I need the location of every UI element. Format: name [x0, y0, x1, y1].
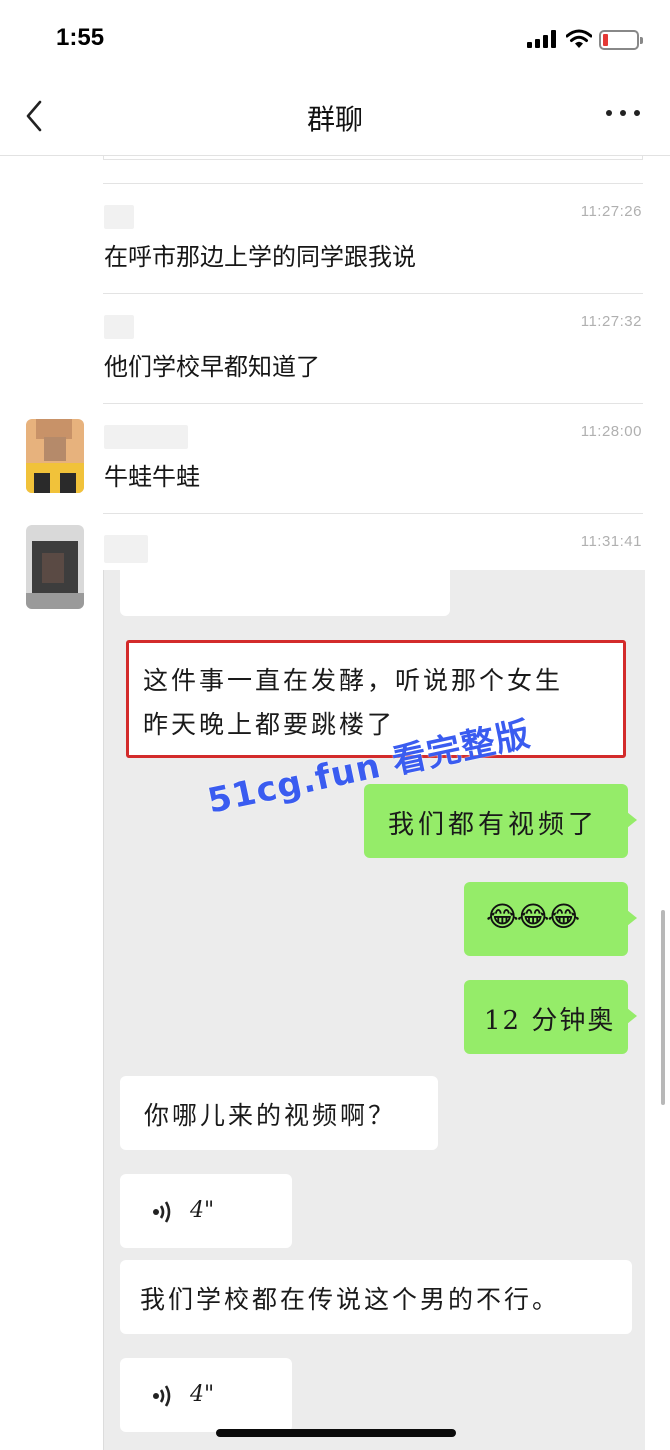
chat-message[interactable]: 11:27:26 在呼市那边上学的同学跟我说 [0, 183, 670, 293]
status-bar: 1:55 [0, 0, 670, 80]
sender-name-blurred [104, 315, 134, 339]
scrollbar[interactable] [661, 910, 665, 1105]
avatar[interactable] [26, 419, 84, 493]
voice-message-bubble[interactable]: 4" [120, 1358, 292, 1432]
battery-icon [599, 30, 643, 50]
nav-bar: 群聊 [0, 80, 670, 156]
signal-icon [527, 30, 559, 48]
more-icon[interactable] [606, 110, 642, 120]
voice-duration: 4" [190, 1382, 215, 1407]
cropped-bubble [120, 570, 450, 616]
voice-icon [153, 1385, 171, 1407]
highlighted-text-line2: 昨天晚上都要跳楼了 [143, 710, 396, 739]
sent-bubble: 12 分钟奥 [464, 980, 637, 1054]
home-indicator[interactable] [216, 1429, 456, 1437]
message-text: 牛蛙牛蛙 [104, 463, 200, 491]
message-time: 11:27:32 [580, 313, 642, 330]
received-bubble: 你哪儿来的视频啊？ [120, 1076, 438, 1150]
sender-name-blurred [104, 535, 148, 563]
wifi-icon [566, 29, 592, 48]
sent-bubble: 😂😂😂 [464, 882, 637, 956]
chat-message[interactable]: 11:27:32 他们学校早都知道了 [0, 293, 670, 403]
avatar[interactable] [26, 525, 84, 609]
message-time: 11:31:41 [580, 533, 642, 550]
received-bubble: 我们学校都在传说这个男的不行。 [120, 1260, 632, 1334]
voice-icon [153, 1201, 171, 1223]
message-text: 他们学校早都知道了 [104, 353, 320, 381]
page-title: 群聊 [306, 103, 363, 136]
voice-duration: 4" [190, 1198, 215, 1223]
shared-screenshot-image[interactable]: 这件事一直在发酵，听说那个女生 昨天晚上都要跳楼了 我们都有视频了 😂😂😂 12… [103, 570, 645, 1450]
status-time: 1:55 [56, 24, 105, 51]
sender-name-blurred [104, 425, 188, 449]
sent-bubble: 我们都有视频了 [364, 784, 637, 858]
message-time: 11:27:26 [580, 203, 642, 220]
chat-message[interactable]: 11:31:41 [0, 513, 670, 609]
sender-name-blurred [104, 205, 134, 229]
voice-message-bubble[interactable]: 4" [120, 1174, 292, 1248]
previous-message-edge [103, 156, 643, 160]
message-time: 11:28:00 [580, 423, 642, 440]
message-text: 在呼市那边上学的同学跟我说 [104, 243, 416, 271]
chat-message[interactable]: 11:28:00 牛蛙牛蛙 [0, 403, 670, 513]
highlighted-text-line1: 这件事一直在发酵，听说那个女生 [143, 666, 564, 695]
